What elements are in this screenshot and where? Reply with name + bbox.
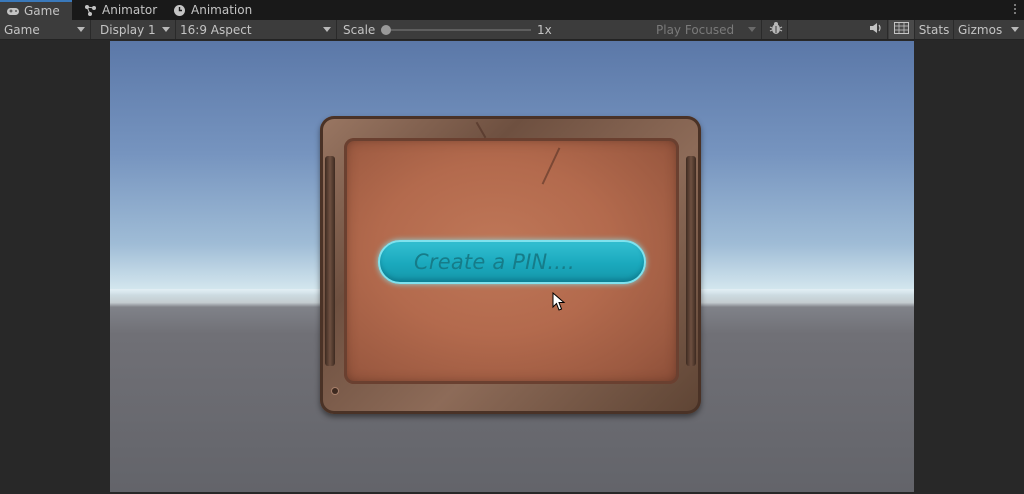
bug-icon [769,21,783,38]
chevron-down-icon [323,27,331,32]
clock-icon [173,4,186,17]
scale-label: Scale [343,22,376,37]
more-options-icon[interactable] [1010,2,1020,16]
play-mode-label: Play Focused [656,22,735,37]
pin-input-placeholder: Create a PIN.... [414,250,575,274]
tab-animator[interactable]: Animator [78,0,163,20]
tab-animator-label: Animator [102,3,158,17]
chevron-down-icon [748,27,756,32]
mute-audio-button[interactable] [864,20,888,39]
frame-crack [475,121,487,139]
mouse-cursor-icon [552,291,566,312]
stats-button[interactable]: Stats [915,20,954,39]
editor-tab-bar: Game Animator Animation [0,0,1024,20]
chevron-down-icon [162,27,170,32]
scale-value: 1x [533,20,556,39]
toggle-grid-button[interactable] [889,20,915,39]
game-viewport[interactable]: Create a PIN.... [110,41,914,492]
view-mode-label: Game [4,22,40,37]
scale-slider-track[interactable] [386,29,531,31]
display-dropdown[interactable]: Display 1 [96,20,176,39]
gamepad-icon [6,5,19,18]
play-mode-dropdown[interactable]: Play Focused [652,20,762,39]
grid-icon [894,22,909,37]
tab-animation[interactable]: Animation [167,0,258,20]
display-label: Display 1 [100,22,156,37]
frame-right-rail [686,156,696,366]
animator-icon [84,4,97,17]
view-mode-dropdown[interactable]: Game [0,20,91,39]
frame-left-rail [325,156,335,366]
rivet-icon [332,388,338,394]
chevron-down-icon [77,27,85,32]
gizmos-label: Gizmos [958,22,1003,37]
aspect-label: 16:9 Aspect [180,22,252,37]
chevron-down-icon [1011,27,1019,32]
tab-animation-label: Animation [191,3,253,17]
pin-input-field[interactable]: Create a PIN.... [378,240,646,284]
scale-value-label: 1x [537,22,552,37]
debug-button[interactable] [764,20,788,39]
stats-label: Stats [918,22,950,37]
tab-game[interactable]: Game [0,0,72,20]
gizmos-dropdown[interactable]: Gizmos [954,20,1024,39]
tab-game-label: Game [24,4,60,18]
scale-slider-handle[interactable] [381,25,391,35]
aspect-dropdown[interactable]: 16:9 Aspect [176,20,337,39]
speaker-icon [869,22,883,37]
game-view-toolbar: Game Display 1 16:9 Aspect Scale 1x Play… [0,20,1024,40]
